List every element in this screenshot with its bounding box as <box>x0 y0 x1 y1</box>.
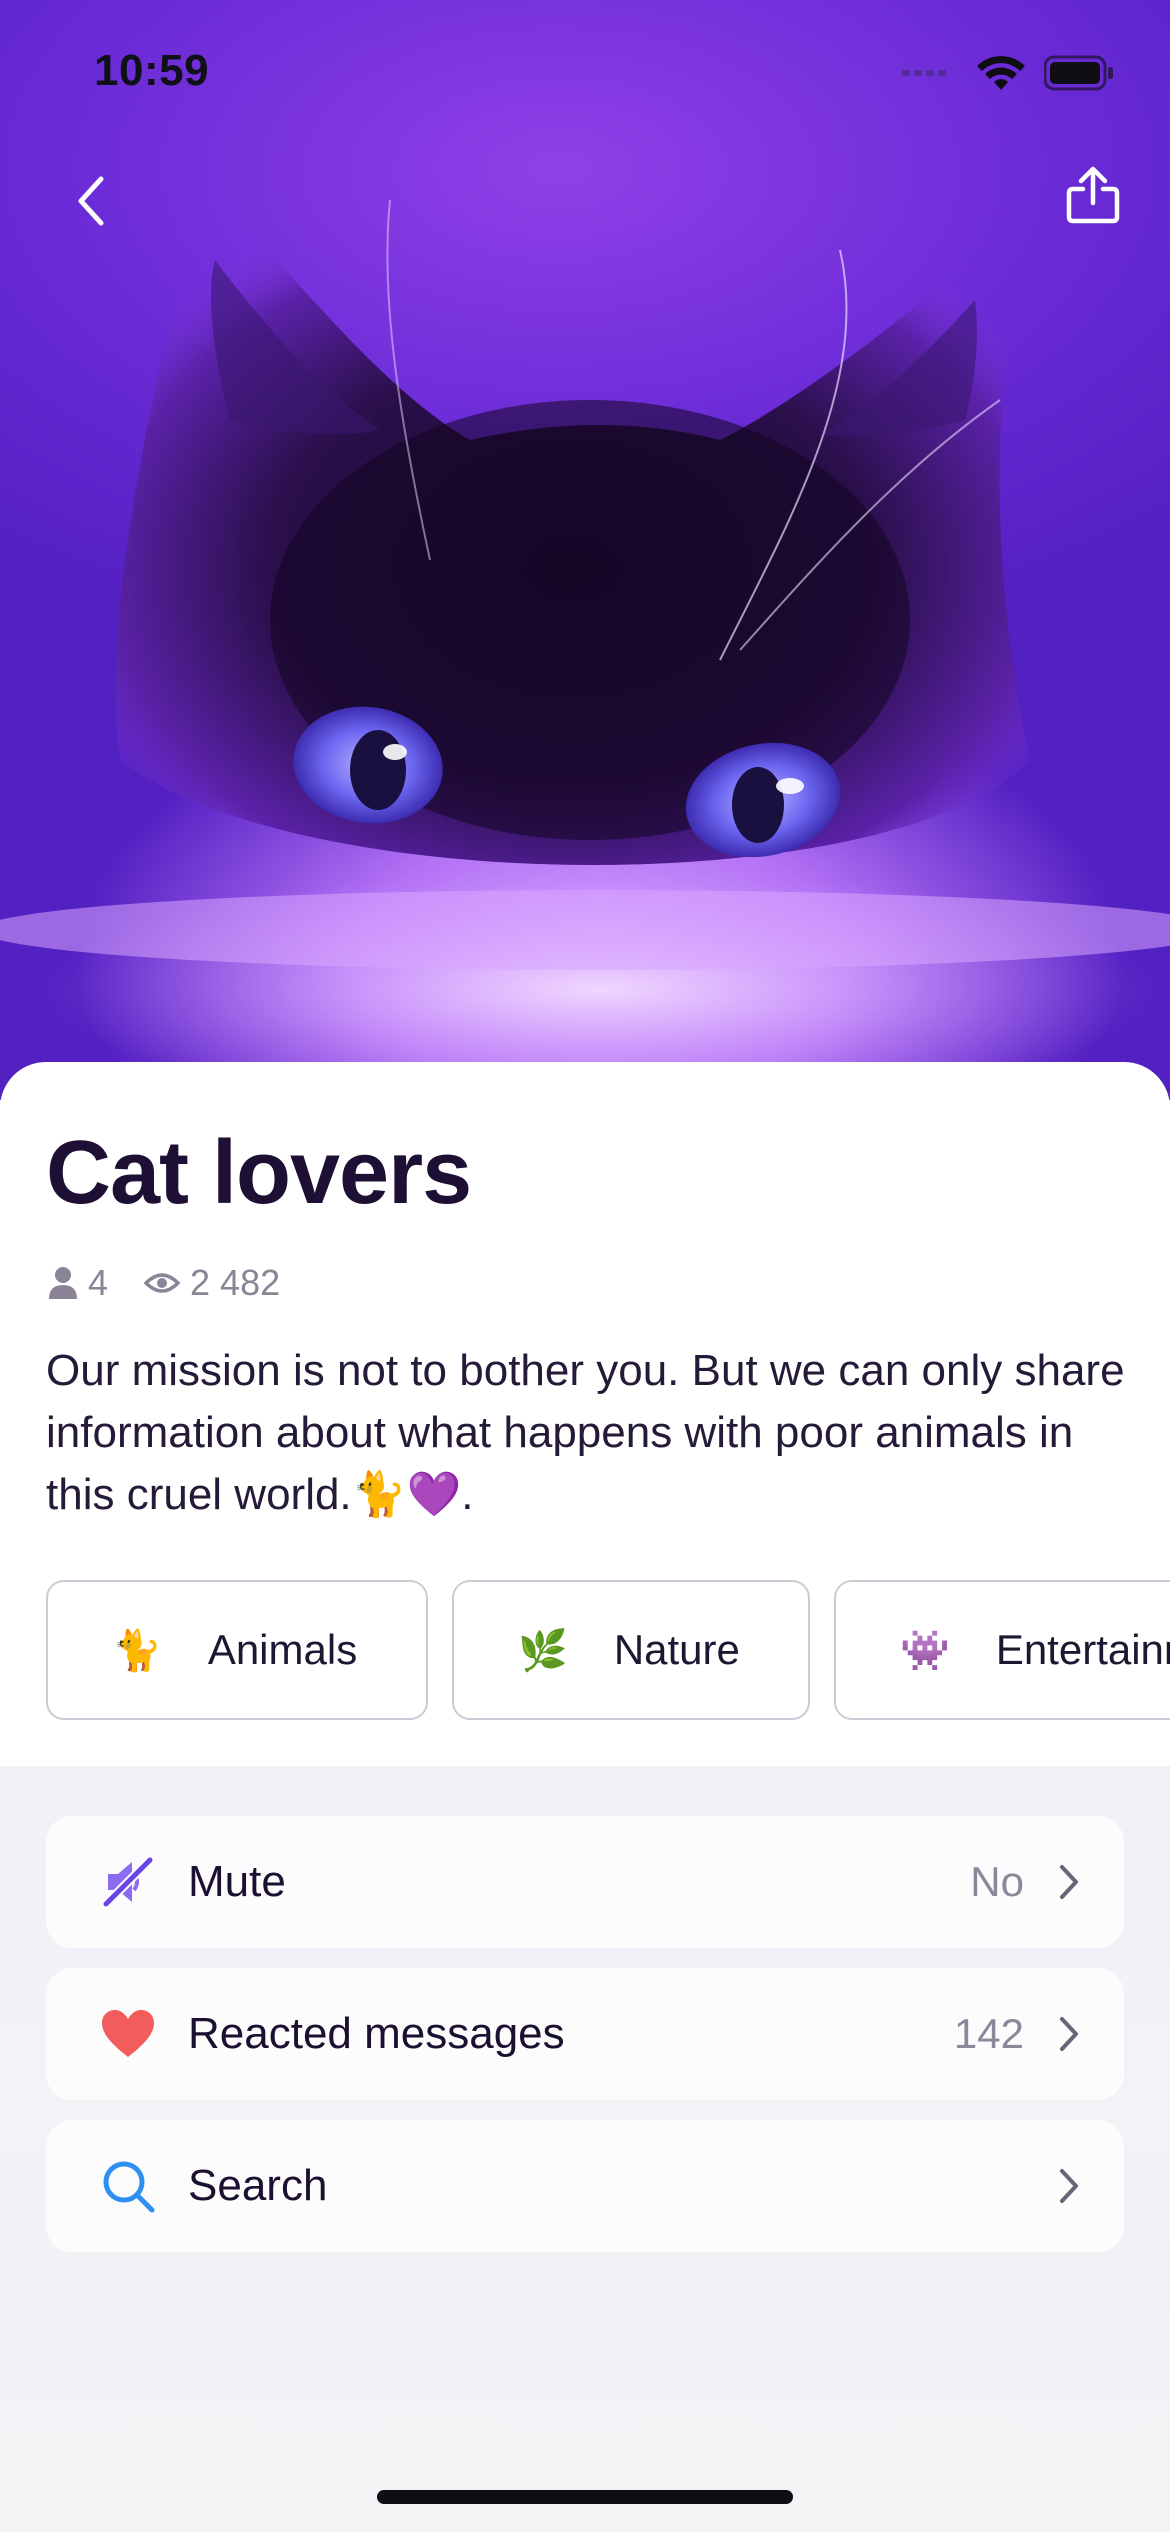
home-indicator[interactable] <box>377 2490 793 2504</box>
views-count: 2 482 <box>190 1262 281 1303</box>
chevron-left-icon <box>78 176 104 226</box>
search-row[interactable]: Search <box>46 2120 1124 2252</box>
status-time: 10:59 <box>94 46 210 95</box>
battery-icon <box>1044 55 1113 91</box>
members-stat: 4 <box>48 1262 108 1304</box>
mute-label: Mute <box>188 1857 286 1906</box>
back-button[interactable] <box>46 156 136 246</box>
signal-icon <box>902 70 946 76</box>
tag-animals[interactable]: 🐈 Animals <box>46 1580 428 1720</box>
hero-cover-image: 10:59 <box>0 0 1170 1100</box>
views-stat: 2 482 <box>144 1262 280 1304</box>
chevron-right-icon <box>1058 2167 1080 2205</box>
mute-row[interactable]: Mute No <box>46 1816 1124 1948</box>
channel-title: Cat lovers <box>46 1123 472 1223</box>
mute-icon <box>96 1850 160 1914</box>
tag-list: 🐈 Animals 🌿 Nature 👾 Entertainment <box>46 1580 1170 1720</box>
chevron-right-icon <box>1058 2015 1080 2053</box>
tag-label: Nature <box>613 1626 740 1673</box>
share-button[interactable] <box>1048 150 1138 240</box>
tag-label: Entertainment <box>995 1626 1170 1673</box>
search-label: Search <box>188 2161 328 2210</box>
tag-label: Animals <box>207 1626 358 1673</box>
members-count: 4 <box>88 1262 109 1303</box>
person-icon <box>49 1267 77 1299</box>
channel-stats: 4 2 482 <box>48 1262 304 1304</box>
heart-icon <box>96 2002 160 2066</box>
reacted-messages-row[interactable]: Reacted messages 142 <box>46 1968 1124 2100</box>
channel-description: Our mission is not to bother you. But we… <box>46 1346 1125 1519</box>
search-icon <box>96 2154 160 2218</box>
wifi-icon <box>977 56 1025 90</box>
cat-photo <box>0 199 1170 1100</box>
share-icon <box>1066 166 1120 224</box>
herb-emoji-icon: 🌿 <box>518 1628 568 1673</box>
mute-value: No <box>970 1858 1024 1905</box>
reacted-messages-label: Reacted messages <box>188 2009 565 2058</box>
alien-monster-emoji-icon: 👾 <box>900 1628 950 1673</box>
status-icons <box>902 54 1114 92</box>
reacted-messages-count: 142 <box>953 2010 1024 2057</box>
cat-emoji-icon: 🐈 <box>112 1628 162 1673</box>
tag-entertainment[interactable]: 👾 Entertainment <box>834 1580 1170 1720</box>
chevron-right-icon <box>1058 1863 1080 1901</box>
tag-nature[interactable]: 🌿 Nature <box>452 1580 810 1720</box>
eye-icon <box>144 1273 181 1293</box>
